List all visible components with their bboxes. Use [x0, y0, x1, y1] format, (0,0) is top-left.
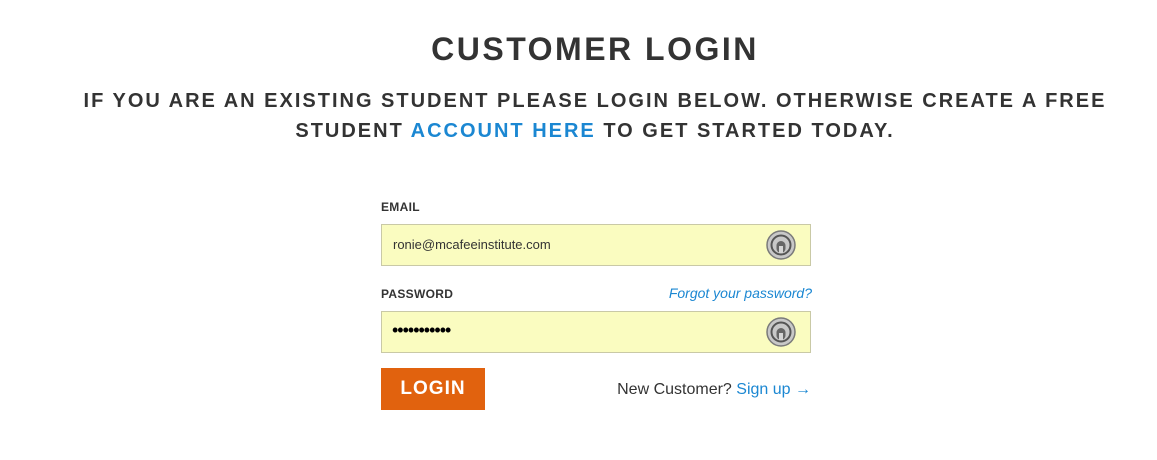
- login-button[interactable]: LOGIN: [381, 368, 485, 410]
- create-account-link[interactable]: ACCOUNT HERE: [411, 120, 596, 142]
- signup-row: New Customer? Sign up →: [617, 381, 811, 399]
- email-label: EMAIL: [381, 200, 420, 214]
- forgot-password-link[interactable]: Forgot your password?: [669, 285, 812, 301]
- page-title: CUSTOMER LOGIN: [431, 31, 759, 67]
- new-customer-text: New Customer?: [617, 381, 732, 398]
- password-manager-icon[interactable]: [766, 317, 796, 347]
- intro-text: IF YOU ARE AN EXISTING STUDENT PLEASE LO…: [45, 86, 1145, 146]
- password-field[interactable]: •••••••••••: [381, 311, 811, 353]
- signup-link[interactable]: Sign up →: [736, 381, 811, 398]
- password-value: •••••••••••: [392, 320, 451, 340]
- email-field[interactable]: ronie@mcafeeinstitute.com: [381, 224, 811, 266]
- email-value: ronie@mcafeeinstitute.com: [393, 237, 551, 252]
- password-label: PASSWORD: [381, 287, 454, 301]
- intro-text-end: TO GET STARTED TODAY.: [603, 120, 895, 142]
- password-manager-icon[interactable]: [766, 230, 796, 260]
